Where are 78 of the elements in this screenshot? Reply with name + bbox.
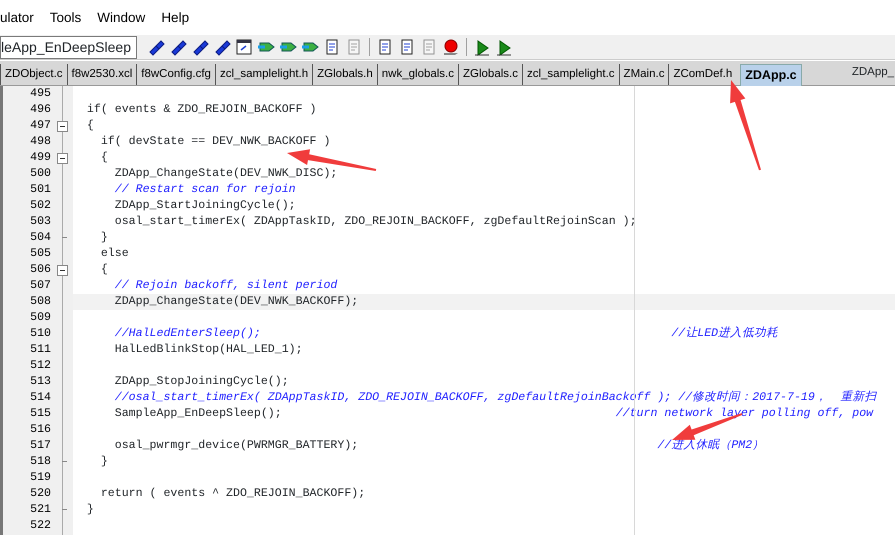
file-tab[interactable]: f8wConfig.cfg bbox=[136, 64, 215, 85]
code-text: ZDApp_StopJoiningCycle(); bbox=[114, 375, 289, 388]
menu-item[interactable]: Help bbox=[161, 8, 190, 35]
code-text: ZDApp_ChangeState(DEV_NWK_DISC); bbox=[114, 167, 338, 180]
function-field[interactable]: ZDApp_ bbox=[852, 64, 895, 82]
line-number: 512 bbox=[29, 358, 51, 374]
file-tab[interactable]: nwk_globals.c bbox=[376, 64, 458, 85]
line-number: 517 bbox=[29, 438, 51, 454]
code-text: } bbox=[100, 455, 108, 468]
line-number: 495 bbox=[29, 86, 51, 102]
file-tab[interactable]: ZDApp.c bbox=[740, 64, 802, 86]
line-number: 516 bbox=[29, 422, 51, 438]
file-tab[interactable]: ZMain.c bbox=[618, 64, 668, 85]
line-number: 515 bbox=[29, 406, 51, 422]
file-tab[interactable]: f8w2530.xcl bbox=[66, 64, 136, 85]
line-number: 508 bbox=[29, 294, 51, 310]
line-number: 497 bbox=[29, 118, 51, 134]
menu-item[interactable]: Tools bbox=[50, 8, 82, 35]
code-text: } bbox=[100, 231, 108, 244]
code-text: osal_pwrmgr_device(PWRMGR_BATTERY); bbox=[114, 439, 358, 452]
flashlight-icon bbox=[147, 38, 165, 56]
flashlight-icon bbox=[169, 38, 187, 56]
code-text: HalLedBlinkStop(HAL_LED_1); bbox=[114, 343, 303, 356]
line-number: 511 bbox=[29, 342, 51, 358]
flashlight-icon bbox=[191, 38, 209, 56]
collapse-icon[interactable] bbox=[57, 153, 68, 164]
code-text: } bbox=[86, 503, 94, 516]
line-number: 519 bbox=[29, 470, 51, 486]
line-number: 496 bbox=[29, 102, 51, 118]
collapse-icon[interactable] bbox=[57, 121, 68, 132]
line-number: 505 bbox=[29, 246, 51, 262]
function-dropdown[interactable]: leApp_EnDeepSleep bbox=[0, 36, 137, 58]
code-text: if( devState == DEV_NWK_BACKOFF ) bbox=[100, 135, 330, 148]
file-tab[interactable]: ZGlobals.h bbox=[312, 64, 377, 85]
line-number: 504 bbox=[29, 230, 51, 246]
line-number: 501 bbox=[29, 182, 51, 198]
menu-item[interactable]: ulator bbox=[0, 8, 34, 35]
code-comment: //osal_start_timerEx( ZDAppTaskID, ZDO_REJOIN_BACKOFF, zgDefaultRejoinBackoff ); //修改时间：2017-7-19， 重新扫 bbox=[114, 391, 877, 404]
code-comment: //HalLedEnterSleep(); bbox=[114, 327, 261, 340]
code-text: { bbox=[86, 119, 94, 132]
collapse-icon[interactable] bbox=[57, 265, 68, 276]
line-number: 503 bbox=[29, 214, 51, 230]
line-number: 500 bbox=[29, 166, 51, 182]
menu-item[interactable]: Window bbox=[97, 8, 146, 35]
line-number: 506 bbox=[29, 262, 51, 278]
code-text: ZDApp_StartJoiningCycle(); bbox=[114, 199, 296, 212]
code-text: { bbox=[100, 263, 108, 276]
code-text: osal_start_timerEx( ZDAppTaskID, ZDO_REJOIN_BACKOFF, zgDefaultRejoinScan ); bbox=[114, 215, 637, 228]
code-comment: // Restart scan for rejoin bbox=[114, 183, 296, 196]
code-text: SampleApp_EnDeepSleep(); bbox=[114, 407, 282, 420]
code-text: { bbox=[100, 151, 108, 164]
play-icon bbox=[473, 38, 491, 56]
line-number: 514 bbox=[29, 390, 51, 406]
line-number: 513 bbox=[29, 374, 51, 390]
line-number: 522 bbox=[29, 518, 51, 534]
line-number: 509 bbox=[29, 310, 51, 326]
code-text: else bbox=[100, 247, 129, 260]
code-text: return ( events ^ ZDO_REJOIN_BACKOFF); bbox=[100, 487, 366, 500]
file-tab[interactable]: zcl_samplelight.c bbox=[522, 64, 619, 85]
code-text: if( events & ZDO_REJOIN_BACKOFF ) bbox=[86, 103, 317, 116]
line-number: 499 bbox=[29, 150, 51, 166]
code-text: ZDApp_ChangeState(DEV_NWK_BACKOFF); bbox=[114, 295, 358, 308]
line-number: 518 bbox=[29, 454, 51, 470]
file-tab[interactable]: zcl_samplelight.h bbox=[214, 64, 312, 85]
play-icon bbox=[495, 38, 513, 56]
code-comment: //让LED进入低功耗 bbox=[670, 327, 778, 340]
file-tab[interactable]: ZDObject.c bbox=[0, 64, 67, 85]
line-number: 507 bbox=[29, 278, 51, 294]
line-number: 510 bbox=[29, 326, 51, 342]
flashlight-icon bbox=[213, 38, 231, 56]
line-number: 502 bbox=[29, 198, 51, 214]
line-number: 498 bbox=[29, 134, 51, 150]
line-number: 520 bbox=[29, 486, 51, 502]
breakpoint-icon bbox=[442, 38, 460, 56]
code-comment: // Rejoin backoff, silent period bbox=[114, 279, 338, 292]
line-number: 521 bbox=[29, 502, 51, 518]
window-icon bbox=[235, 38, 253, 56]
file-tab[interactable]: ZGlobals.c bbox=[458, 64, 522, 85]
